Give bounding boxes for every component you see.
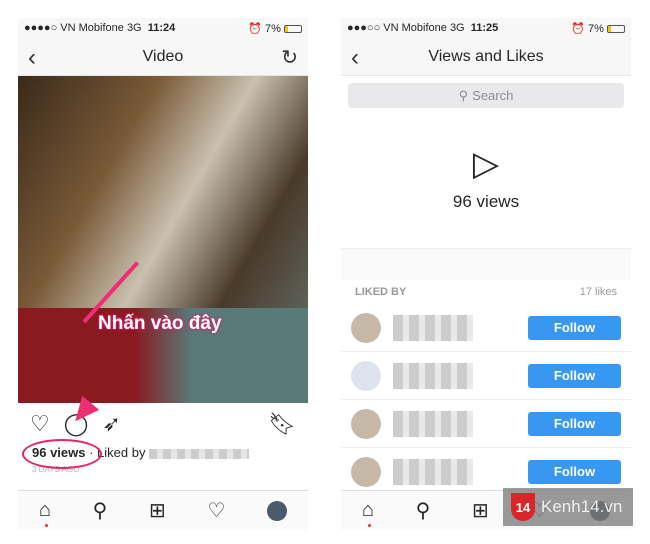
battery-percent: 7%	[588, 22, 604, 35]
blurred-username	[393, 458, 473, 485]
follow-button[interactable]: Follow	[528, 459, 621, 484]
share-icon[interactable]: ➶	[102, 411, 120, 437]
active-dot	[45, 524, 48, 527]
play-icon: ▷	[472, 145, 500, 183]
watermark-logo: 14	[511, 493, 535, 521]
follow-button[interactable]: Follow	[528, 411, 621, 436]
status-bar: ●●●○○ VN Mobifone 3G 11:25 ⏰ 7%	[341, 18, 631, 38]
home-icon[interactable]: ⌂	[39, 499, 51, 522]
search-icon[interactable]: ⚲	[93, 498, 108, 523]
views-line: 96 views · Liked by	[18, 439, 308, 469]
blurred-username	[393, 314, 473, 341]
avatar	[351, 312, 381, 343]
watermark: 14 Kenh14.vn	[503, 488, 633, 526]
liked-by-label: LIKED BY	[355, 286, 407, 298]
avatar	[351, 360, 381, 391]
alarm-icon: ⏰	[571, 22, 585, 35]
annotation-circle	[22, 439, 102, 469]
refresh-icon[interactable]: ↻	[281, 45, 298, 70]
heart-icon[interactable]: ♡	[30, 411, 50, 437]
video-player[interactable]: Nhấn vào đây	[18, 76, 308, 403]
blurred-username	[393, 410, 473, 437]
list-item[interactable]: Follow	[341, 304, 631, 352]
phone-views-likes: ●●●○○ VN Mobifone 3G 11:25 ⏰ 7% ‹ Views …	[341, 18, 631, 530]
blurred-username	[149, 448, 250, 459]
search-placeholder: Search	[472, 88, 514, 103]
alarm-icon: ⏰	[248, 22, 262, 35]
nav-bar: ‹ Views and Likes	[341, 38, 631, 76]
activity-heart-icon[interactable]: ♡	[207, 498, 225, 523]
list-item[interactable]: Follow	[341, 400, 631, 448]
add-icon[interactable]: ⊞	[472, 498, 489, 523]
avatar	[351, 456, 381, 487]
bookmark-icon[interactable]: 🔖︎	[268, 411, 296, 437]
nav-bar: ‹ Video ↻	[18, 38, 308, 76]
profile-avatar[interactable]	[267, 500, 288, 521]
search-input[interactable]: ⚲ Search	[348, 83, 624, 108]
follow-button[interactable]: Follow	[528, 315, 621, 340]
views-count: 96 views	[452, 192, 520, 211]
liked-by-header: LIKED BY 17 likes	[341, 280, 631, 304]
time: 11:25	[470, 22, 499, 34]
blurred-username	[393, 362, 473, 389]
home-icon[interactable]: ⌂	[362, 499, 374, 522]
back-icon[interactable]: ‹	[351, 44, 359, 72]
active-dot	[368, 524, 371, 527]
watermark-text: Kenh14.vn	[541, 497, 623, 516]
add-icon[interactable]: ⊞	[149, 498, 166, 523]
network: 3G	[126, 22, 142, 34]
battery-percent: 7%	[265, 22, 281, 35]
back-icon[interactable]: ‹	[28, 44, 36, 72]
battery-icon	[284, 24, 302, 33]
search-icon: ⚲	[458, 87, 469, 103]
follow-button[interactable]: Follow	[528, 363, 621, 388]
network: 3G	[449, 22, 465, 34]
status-bar: ●●●●○ VN Mobifone 3G 11:24 ⏰ 7%	[18, 18, 308, 38]
list-item[interactable]: Follow	[341, 352, 631, 400]
carrier: ●●●○○ VN Mobifone	[347, 22, 447, 34]
search-icon[interactable]: ⚲	[416, 498, 431, 523]
carrier: ●●●●○ VN Mobifone	[24, 22, 124, 34]
tab-bar: ⌂ ⚲ ⊞ ♡	[18, 490, 308, 530]
battery-icon	[607, 24, 625, 33]
page-title: Video	[142, 47, 184, 65]
phone-video: ●●●●○ VN Mobifone 3G 11:24 ⏰ 7% ‹ Video …	[18, 18, 308, 530]
divider-band	[341, 248, 631, 280]
likes-count: 17 likes	[579, 286, 617, 298]
page-title: Views and Likes	[428, 47, 544, 65]
annotation-text: Nhấn vào đây	[98, 313, 222, 334]
avatar	[351, 408, 381, 439]
time: 11:24	[147, 22, 176, 34]
